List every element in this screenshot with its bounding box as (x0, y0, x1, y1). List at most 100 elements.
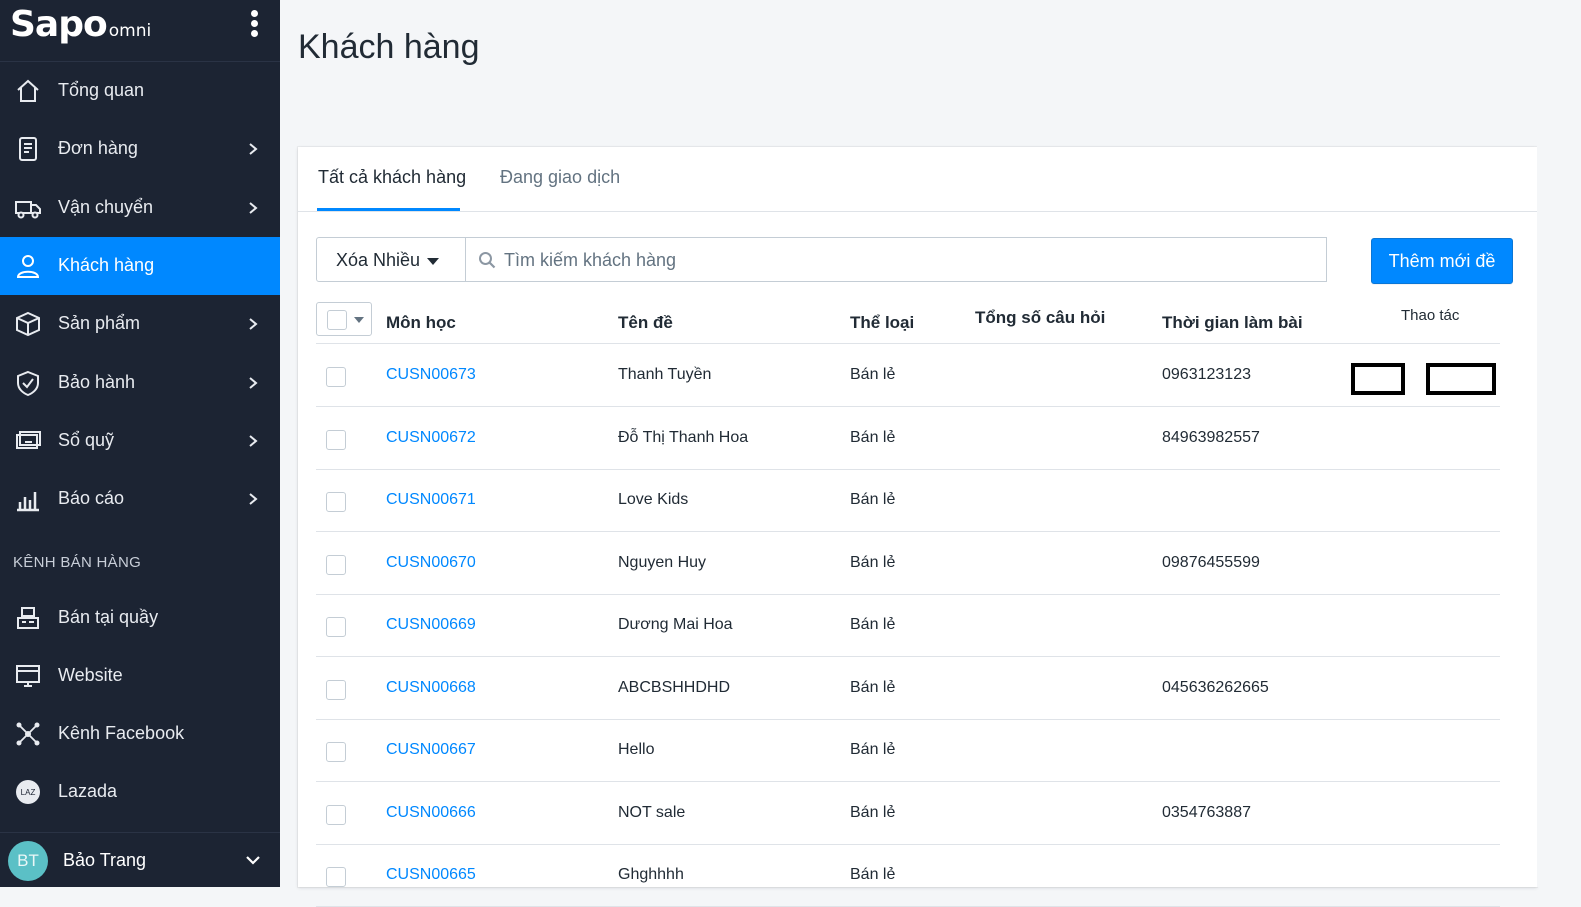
truck-icon (15, 200, 41, 219)
customer-code-link[interactable]: CUSN00671 (386, 491, 476, 509)
avatar: BT (8, 841, 48, 881)
customer-type: Bán lẻ (850, 678, 896, 696)
customer-type: Bán lẻ (850, 616, 896, 633)
customer-type: Bán lẻ (850, 428, 896, 446)
chevron-right-icon (249, 318, 258, 330)
sales-channel-heading: KÊNH BÁN HÀNG (13, 554, 142, 571)
row-checkbox[interactable] (326, 679, 346, 700)
table-row[interactable]: CUSN00667 Hello Bán lẻ (316, 719, 1500, 782)
customer-type: Bán lẻ (850, 803, 896, 821)
customer-code-link[interactable]: CUSN00668 (386, 679, 476, 697)
tab-all-customers[interactable]: Tất cả khách hàng (318, 167, 466, 188)
customer-name: Hello (618, 741, 655, 758)
sidebar-item-2[interactable]: Vận chuyển (0, 179, 280, 237)
search-icon (479, 252, 496, 269)
channel-item-3[interactable]: LAZ Lazada (0, 763, 280, 821)
chevron-right-icon (249, 376, 258, 389)
search-input[interactable] (504, 246, 1304, 274)
website-icon (16, 665, 40, 687)
row-checkbox[interactable] (326, 492, 346, 512)
customer-type: Bán lẻ (850, 553, 896, 571)
customer-type: Bán lẻ (850, 866, 896, 883)
row-checkbox[interactable] (326, 804, 346, 825)
row-checkbox[interactable] (326, 742, 346, 762)
select-all-checkbox[interactable] (316, 302, 372, 336)
header-total-questions: Tổng số câu hỏi (975, 308, 1106, 327)
order-icon (19, 137, 37, 162)
table-row[interactable]: CUSN00672 Đỗ Thị Thanh Hoa Bán lẻ 849639825… (316, 407, 1500, 470)
tab-in-transaction[interactable]: Đang giao dịch (500, 167, 620, 188)
bulk-delete-dropdown[interactable]: Xóa Nhiều (316, 237, 466, 282)
table-row[interactable]: CUSN00671 Love Kids Bán lẻ (316, 469, 1500, 532)
customer-name: Dương Mai Hoa (618, 616, 733, 633)
chevron-right-icon (249, 435, 258, 447)
sidebar-item-label: Vận chuyển (58, 196, 154, 217)
row-checkbox[interactable] (326, 867, 346, 887)
delete-button[interactable] (1426, 363, 1496, 395)
table-row[interactable]: CUSN00665 Ghghhhh Bán lẻ (316, 844, 1500, 907)
customer-code-link[interactable]: CUSN00670 (386, 554, 476, 572)
pos-icon (17, 607, 39, 629)
caret-down-icon (427, 258, 439, 265)
customer-code-link[interactable]: CUSN00665 (386, 866, 476, 884)
customer-name: Love Kids (618, 491, 689, 508)
customer-type: Bán lẻ (850, 491, 896, 508)
chart-icon (17, 492, 39, 512)
home-icon (17, 79, 39, 102)
customer-name: Đỗ Thị Thanh Hoa (618, 428, 749, 446)
channel-item-2[interactable]: Kênh Facebook (0, 705, 280, 763)
channel-item-0[interactable]: Bán tại quầy (0, 589, 280, 647)
row-checkbox[interactable] (326, 554, 346, 575)
sidebar-item-1[interactable]: Đơn hàng (0, 120, 280, 178)
chevron-down-icon (246, 856, 260, 865)
row-checkbox[interactable] (326, 367, 346, 387)
channel-item-1[interactable]: Website (0, 647, 280, 705)
customer-name: Thanh Tuyền (618, 366, 712, 383)
customer-code-link[interactable]: CUSN00669 (386, 616, 476, 634)
sidebar-item-label: Đơn hàng (58, 138, 138, 159)
customer-name: Nguyen Huy (618, 553, 707, 571)
sidebar-item-0[interactable]: Tổng quan (0, 62, 280, 120)
sidebar-item-5[interactable]: Bảo hành (0, 354, 280, 412)
customer-code-link[interactable]: CUSN00672 (386, 429, 476, 447)
sidebar-item-label: Tổng quan (58, 80, 145, 100)
edit-button[interactable] (1351, 363, 1405, 395)
lazada-icon-label: LAZ (21, 788, 36, 797)
header-name: Tên đề (618, 313, 673, 332)
row-checkbox[interactable] (326, 617, 346, 637)
box-icon (16, 312, 40, 337)
customer-name: NOT sale (618, 803, 686, 821)
customer-code-link[interactable]: CUSN00666 (386, 804, 476, 822)
sidebar-item-label: Sổ quỹ (58, 429, 115, 450)
channel-item-label: Bán tại quầy (58, 607, 159, 627)
header-subject: Môn học (386, 313, 456, 332)
add-new-button[interactable]: Thêm mới đề (1371, 238, 1513, 284)
sidebar-item-7[interactable]: Báo cáo (0, 470, 280, 528)
customer-code-link[interactable]: CUSN00667 (386, 741, 476, 759)
header-type: Thể loại (850, 313, 915, 332)
table-row[interactable]: CUSN00673 Thanh Tuyền Bán lẻ 0963123123 (316, 344, 1500, 407)
channel-item-label: Lazada (58, 781, 118, 801)
logo[interactable]: Sapo omni (10, 4, 151, 45)
customer-code-link[interactable]: CUSN00673 (386, 366, 476, 384)
table-row[interactable]: CUSN00669 Dương Mai Hoa Bán lẻ (316, 594, 1500, 657)
header-actions: Thao tác (1401, 307, 1460, 324)
more-menu-icon[interactable] (244, 10, 264, 42)
customer-name: Ghghhhh (618, 866, 684, 883)
logo-name: Sapo (10, 4, 108, 45)
sidebar-item-label: Báo cáo (58, 488, 125, 509)
row-checkbox[interactable] (326, 429, 346, 450)
search-box (466, 237, 1327, 282)
duration-value: 045636262665 (1162, 678, 1269, 696)
sidebar-item-6[interactable]: Sổ quỹ (0, 412, 280, 470)
user-menu[interactable]: BT Bảo Trang (0, 832, 280, 887)
page-margin (1537, 0, 1581, 887)
table-row[interactable]: CUSN00670 Nguyen Huy Bán lẻ 09876455599 (316, 532, 1500, 595)
sidebar-item-3[interactable]: Khách hàng (0, 236, 280, 295)
network-icon (16, 722, 40, 746)
sidebar-header: Sapo omni (0, 0, 280, 62)
table-header: Môn học Tên đề Thể loại Tổng số câu hỏi … (316, 300, 1500, 344)
table-row[interactable]: CUSN00668 ABCBSHHDHD Bán lẻ 045636262665 (316, 657, 1500, 720)
table-row[interactable]: CUSN00666 NOT sale Bán lẻ 0354763887 (316, 782, 1500, 845)
sidebar-item-4[interactable]: Sản phẩm (0, 295, 280, 353)
